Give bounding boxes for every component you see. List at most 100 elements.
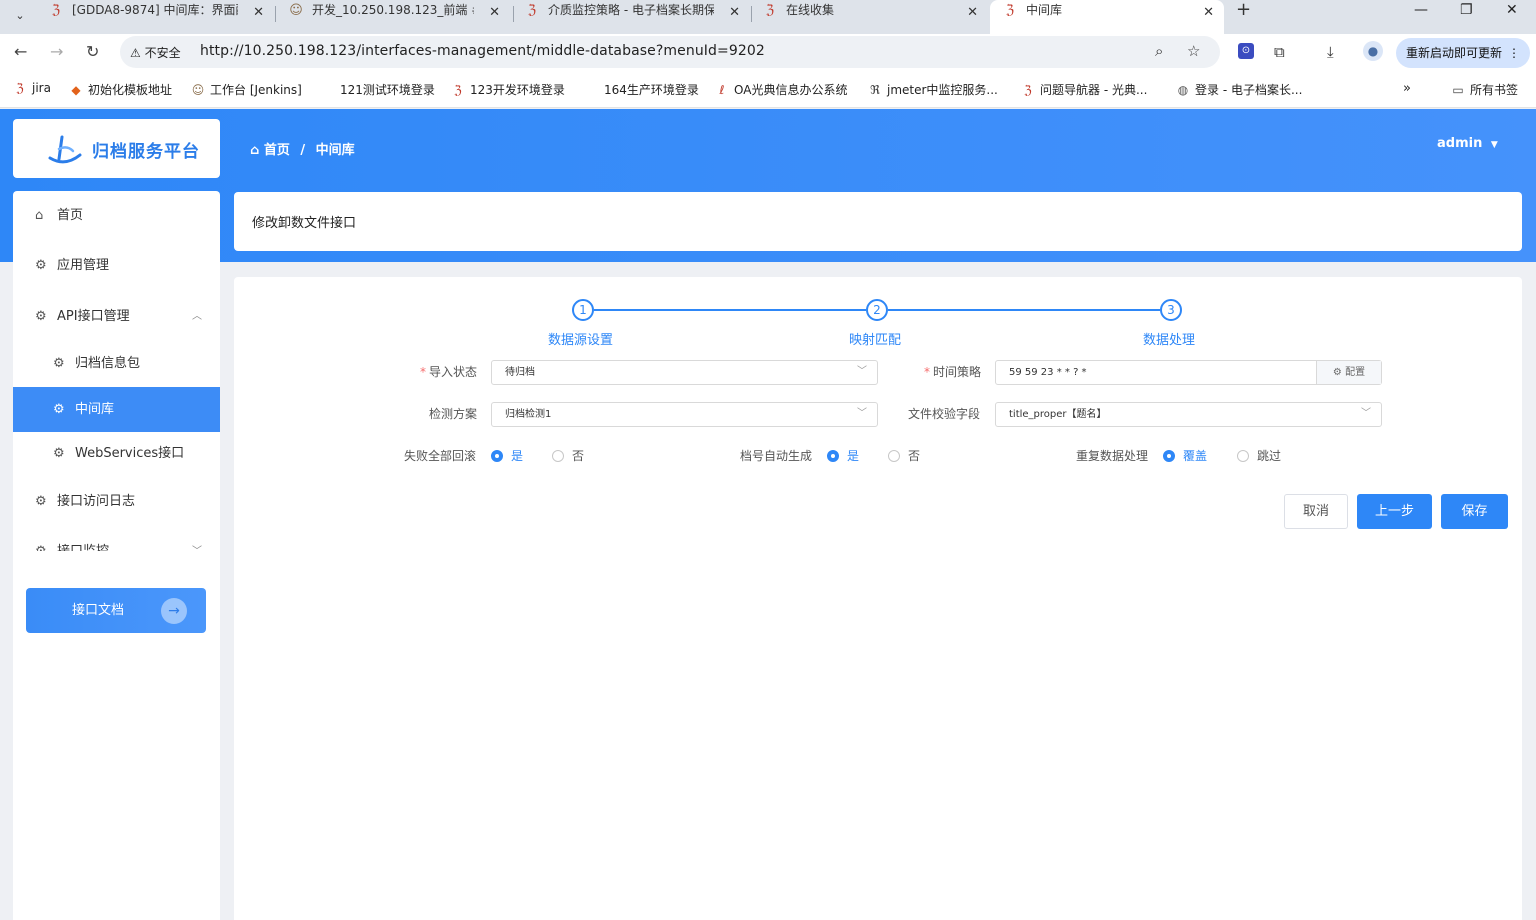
bookmarks-overflow-button[interactable]: » (1403, 81, 1411, 96)
close-icon[interactable]: ✕ (1203, 2, 1214, 23)
sidebar-item-access-log[interactable]: ⚙ 接口访问日志 (13, 479, 220, 524)
more-vert-icon[interactable]: ⋮ (1508, 38, 1520, 68)
config-button[interactable]: ⚙ 配置 (1316, 361, 1381, 384)
step-1-circle[interactable]: 1 (572, 299, 594, 321)
duplicate-skip-radio[interactable]: 跳过 (1237, 447, 1281, 464)
browser-tab-bar: ⌄ ℨ [GDDA8-9874] 中间库：界面配置完 ✕ ☺ 开发_10.250… (0, 0, 1536, 34)
restore-icon[interactable]: ❐ (1460, 0, 1473, 20)
back-icon[interactable]: ← (14, 42, 27, 62)
chevron-up-icon: ︿ (192, 311, 202, 322)
bookmark-item[interactable]: ℓ OA光典信息办公系统 (714, 81, 848, 98)
bookmark-item[interactable]: ℨ 问题导航器 - 光典... (1020, 81, 1147, 98)
verify-field-select[interactable]: title_proper【题名】 ﹀ (995, 402, 1382, 427)
time-policy-label: * 时间策略 (924, 365, 982, 379)
sidebar-menu: ⌂ 首页 ⚙ 应用管理 ⚙ API接口管理 ︿ ⚙ 归档信息包 ⚙ 中间库 ⚙ (13, 191, 220, 551)
arrow-right-icon: → (161, 598, 187, 624)
download-icon[interactable]: ⤓ (1327, 43, 1334, 61)
browser-tab-media[interactable]: ℨ 介质监控策略 - 电子档案长期保存 ✕ (512, 0, 750, 34)
rollback-label: 失败全部回滚 (404, 449, 477, 463)
close-icon[interactable]: ✕ (967, 2, 978, 23)
save-button[interactable]: 保存 (1441, 494, 1508, 529)
folder-icon: ▭ (1452, 83, 1464, 97)
logo[interactable]: 归档服务平台 (13, 119, 220, 178)
caret-down-icon: ▼ (1490, 140, 1498, 150)
user-menu[interactable]: admin ▼ (1437, 136, 1498, 151)
page-title: 修改卸数文件接口 (252, 216, 357, 231)
new-tab-button[interactable]: + (1236, 0, 1251, 20)
sidebar-item-monitor[interactable]: ⚙ 接口监控 ﹀ (13, 529, 220, 551)
app-root: 归档服务平台 ⌂ 首页 / 中间库 admin ▼ ⌂ 首页 ⚙ 应用管理 ⚙ … (0, 109, 1536, 920)
app-favicon-icon: ℨ (454, 83, 462, 97)
time-policy-input[interactable]: 59 59 23 * * ? * ⚙ 配置 (995, 360, 1382, 385)
jmeter-icon: ℜ (870, 83, 880, 97)
bookmark-item[interactable]: 164生产环境登录 (604, 81, 699, 98)
all-bookmarks-button[interactable]: ▭ 所有书签 (1450, 81, 1518, 98)
wizard-card: 1 2 3 数据源设置 映射匹配 数据处理 * 导入状态 待归档 ﹀ * 时间策略 … (234, 277, 1522, 920)
close-icon[interactable]: ✕ (253, 2, 264, 23)
sidebar-item-app-management[interactable]: ⚙ 应用管理 (13, 243, 220, 288)
duplicate-overwrite-radio[interactable]: 覆盖 (1163, 447, 1207, 464)
profile-icon[interactable]: ● (1363, 41, 1383, 61)
home-icon: ⌂ (250, 143, 260, 158)
breadcrumb: ⌂ 首页 / 中间库 (250, 139, 355, 158)
bookmarks-bar: ℨjira ◆ 初始化模板地址 ☺ 工作台 [Jenkins] 121测试环境登录 … (0, 70, 1536, 108)
forward-icon[interactable]: → (50, 42, 63, 62)
breadcrumb-current: 中间库 (315, 143, 355, 158)
gitlab-icon: ◆ (71, 83, 81, 97)
close-icon[interactable]: ✕ (729, 2, 740, 23)
bookmark-item[interactable]: ☺ 工作台 [Jenkins] (190, 81, 302, 98)
import-status-select[interactable]: 待归档 ﹀ (491, 360, 878, 385)
browser-tab-online[interactable]: ℨ 在线收集 ✕ (750, 0, 988, 34)
chevron-down-icon: ﹀ (192, 529, 202, 551)
step-connector (594, 309, 866, 311)
bookmark-item[interactable]: ◆ 初始化模板地址 (68, 81, 172, 98)
auto-number-no-radio[interactable]: 否 (888, 447, 920, 464)
puzzle-icon[interactable]: ⧉ (1274, 43, 1285, 61)
step-3-circle[interactable]: 3 (1160, 299, 1182, 321)
user-name: admin (1437, 136, 1483, 151)
auto-number-yes-radio[interactable]: 是 (827, 447, 859, 464)
close-icon[interactable]: ✕ (489, 2, 500, 23)
close-window-icon[interactable]: ✕ (1506, 0, 1518, 20)
reload-icon[interactable]: ↻ (86, 42, 99, 62)
insecure-badge[interactable]: ⚠ 不安全 (130, 44, 181, 61)
zoom-icon[interactable]: ⌕ (1155, 42, 1163, 60)
app-favicon-icon: ℨ (1024, 83, 1032, 97)
browser-tab-middle-db[interactable]: ℨ 中间库 ✕ (990, 0, 1224, 34)
rollback-no-radio[interactable]: 否 (552, 447, 584, 464)
gear-icon: ⚙ (35, 258, 47, 273)
bookmark-item[interactable]: 121测试环境登录 (340, 81, 435, 98)
url-text[interactable]: http://10.250.198.123/interfaces-managem… (200, 43, 765, 59)
extension-icon[interactable]: ⊙ (1238, 43, 1254, 59)
prev-step-button[interactable]: 上一步 (1357, 494, 1432, 529)
warning-icon: ⚠ (130, 46, 141, 60)
sidebar-item-api-management[interactable]: ⚙ API接口管理 ︿ (13, 294, 220, 339)
page-title-card: 修改卸数文件接口 (234, 192, 1522, 251)
sidebar-item-home[interactable]: ⌂ 首页 (13, 193, 220, 238)
home-icon: ⌂ (35, 208, 44, 223)
breadcrumb-home[interactable]: 首页 (264, 143, 290, 158)
sidebar-item-archive-package[interactable]: ⚙ 归档信息包 (13, 341, 220, 386)
sidebar-item-webservices[interactable]: ⚙ WebServices接口 (13, 431, 220, 476)
verify-field-label: 文件校验字段 (908, 407, 981, 421)
star-icon[interactable]: ☆ (1187, 42, 1200, 60)
omnibox[interactable]: ⚠ 不安全 http://10.250.198.123/interfaces-m… (120, 36, 1220, 68)
bookmark-item[interactable]: ℨjira (12, 81, 51, 95)
check-plan-select[interactable]: 归档检测1 ﹀ (491, 402, 878, 427)
bookmark-item[interactable]: ◍ 登录 - 电子档案长... (1175, 81, 1303, 98)
tab-title: 介质监控策略 - 电子档案长期保存 (548, 3, 714, 17)
sidebar-item-middle-database[interactable]: ⚙ 中间库 (13, 387, 220, 432)
duplicate-label: 重复数据处理 (1076, 449, 1149, 463)
rollback-yes-radio[interactable]: 是 (491, 447, 523, 464)
relaunch-button[interactable]: 重新启动即可更新 ⋮ (1396, 38, 1530, 68)
tab-search-button[interactable]: ⌄ (10, 6, 30, 26)
step-2-circle[interactable]: 2 (866, 299, 888, 321)
api-doc-button[interactable]: 接口文档 → (26, 588, 206, 633)
browser-tab-jenkins[interactable]: ☺ 开发_10.250.198.123_前端 #2 ✕ (276, 0, 510, 34)
cancel-button[interactable]: 取消 (1284, 494, 1348, 529)
browser-tab-jira[interactable]: ℨ [GDDA8-9874] 中间库：界面配置完 ✕ (36, 0, 274, 34)
minimize-icon[interactable]: — (1414, 0, 1428, 20)
bookmark-item[interactable]: ℨ 123开发环境登录 (450, 81, 565, 98)
tab-title: 中间库 (1026, 3, 1063, 17)
bookmark-item[interactable]: ℜjmeter中监控服务... (867, 81, 998, 98)
